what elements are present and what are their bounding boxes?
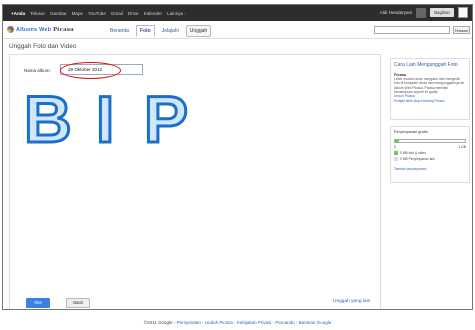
user-name[interactable]: Aldi Hendaryani xyxy=(380,10,412,15)
search-input[interactable] xyxy=(374,26,450,34)
top-nav-link[interactable]: Gambar xyxy=(50,11,67,16)
tips-text: Lebih mudah untuk mengatur dan mengedit … xyxy=(394,77,465,94)
legend-photos: 0 MB foto & video xyxy=(394,151,466,155)
top-nav-link[interactable]: Drive xyxy=(128,11,139,16)
footer-link[interactable]: Persyaratan xyxy=(177,320,201,325)
tab-foto[interactable]: Foto xyxy=(135,25,155,37)
upload-tips-panel: Cara Lain Mengunggah Foto Picasa Lebih m… xyxy=(390,58,470,120)
top-nav-links: +Anda Telusur Gambar Maps YouTube Gmail Drive K… xyxy=(3,11,186,16)
storage-max: 1 GB xyxy=(458,145,466,149)
share-button[interactable]: Bagikan xyxy=(430,8,454,17)
album-name-label: Nama album: xyxy=(24,68,51,73)
legend-swatch-photos xyxy=(394,151,398,155)
picasa-logo-icon xyxy=(7,26,14,33)
footer-link[interactable]: Kebijakan Privasi xyxy=(237,320,272,325)
top-nav-link[interactable]: Telusur xyxy=(30,11,45,16)
storage-panel: Penyimpanan gratis: 0 1 GB 0 MB foto & v… xyxy=(390,126,470,183)
top-nav-link[interactable]: Maps xyxy=(72,11,83,16)
main-nav: Beranda Foto Jelajahi Unggah xyxy=(106,25,212,37)
bip-letter-b: B xyxy=(23,82,74,156)
add-storage-link[interactable]: Tambah penyimpanan xyxy=(394,167,466,172)
logo-prefix: Albums Web xyxy=(16,26,52,33)
learn-more-link[interactable]: Pelajari lebih lanjut tentang Picasa xyxy=(394,99,466,104)
storage-bar-fill xyxy=(395,140,399,142)
legend-photos-label: 0 MB foto & video xyxy=(400,151,427,155)
legend-other-label: 0 MB Penyimpanan lain xyxy=(400,157,435,161)
footer-link[interactable]: Pemandu xyxy=(275,320,294,325)
top-nav-link[interactable]: Lainnya - xyxy=(167,11,186,16)
google-top-bar: +Anda Telusur Gambar Maps YouTube Gmail Drive K… xyxy=(3,5,472,21)
logo-name: Picasa xyxy=(52,26,74,33)
search-button[interactable]: Telusuri xyxy=(453,26,470,34)
tab-jelajahi[interactable]: Jelajahi xyxy=(158,25,183,37)
top-nav-link[interactable]: YouTube xyxy=(88,11,106,16)
top-nav-link[interactable]: +Anda xyxy=(11,11,25,16)
upload-button[interactable]: Unggah xyxy=(185,25,212,37)
footer-link[interactable]: Bantuan Google xyxy=(299,320,332,325)
legend-other: 0 MB Penyimpanan lain xyxy=(394,157,466,161)
footer: ©2011 Google - Persyaratan - Unduh Picas… xyxy=(0,320,475,325)
legend-swatch-other xyxy=(394,157,398,161)
storage-min: 0 xyxy=(394,145,396,149)
page-title: Unggah Foto dan Video xyxy=(9,43,77,50)
avatar[interactable] xyxy=(458,7,468,18)
cancel-button[interactable]: Batal xyxy=(66,298,90,308)
top-bar-right: Aldi Hendaryani Bagikan xyxy=(380,7,468,18)
tips-title: Cara Lain Mengunggah Foto xyxy=(394,62,458,68)
highlight-oval xyxy=(60,62,121,79)
top-nav-link[interactable]: Gmail xyxy=(111,11,123,16)
copyright: ©2011 Google xyxy=(143,320,173,325)
share-icon[interactable] xyxy=(416,7,427,18)
upload-more-link[interactable]: Unggah yang lain xyxy=(333,299,370,304)
upload-panel: Nama album: 29 Oktober 2012 B I P Oke Ba… xyxy=(9,54,381,309)
bip-letter-p: P xyxy=(142,82,189,156)
picasa-header: Albums Web Picasa Beranda Foto Jelajahi … xyxy=(3,21,472,39)
footer-links: - Persyaratan - Unduh Picasa - Kebijakan… xyxy=(173,320,332,325)
bip-letter-i: I xyxy=(94,82,115,156)
bip-logo: B I P xyxy=(23,82,194,156)
picasa-logo[interactable]: Albums Web Picasa xyxy=(7,26,74,33)
tab-beranda[interactable]: Beranda xyxy=(106,25,133,37)
app-window: +Anda Telusur Gambar Maps YouTube Gmail Drive K… xyxy=(2,4,473,310)
top-nav-link[interactable]: Kalender xyxy=(144,11,162,16)
ok-button[interactable]: Oke xyxy=(26,298,50,308)
storage-bar xyxy=(394,139,466,143)
footer-link[interactable]: Unduh Picasa xyxy=(205,320,233,325)
storage-label: Penyimpanan gratis: xyxy=(394,130,429,134)
